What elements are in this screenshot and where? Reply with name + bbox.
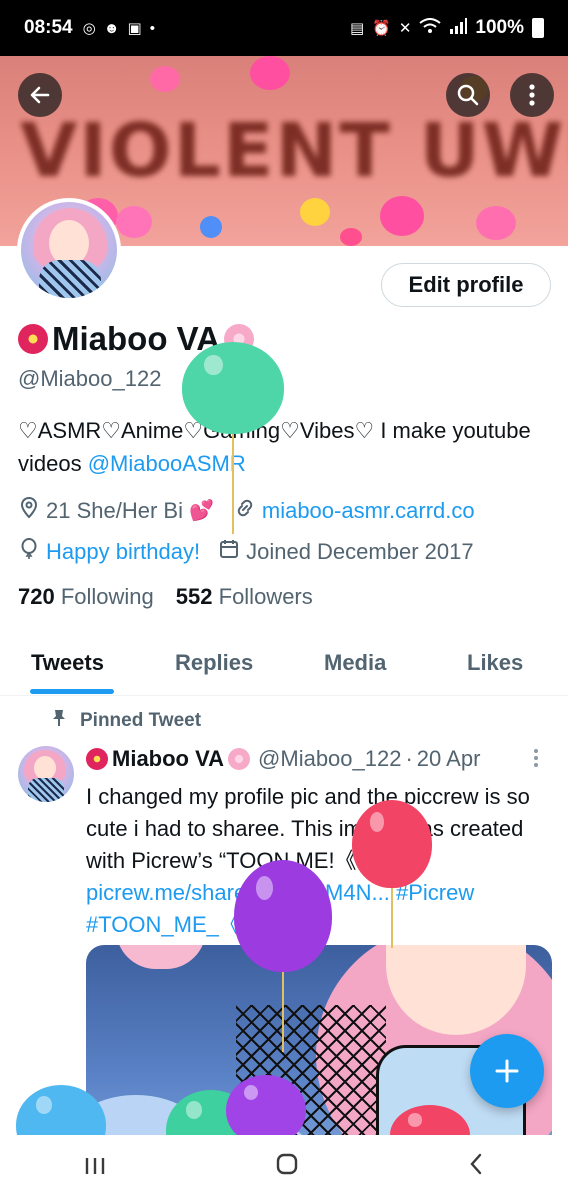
- heart-decoration: [200, 216, 222, 238]
- profile-bio: ♡ASMR♡Anime♡Gaming♡Vibes♡ I make youtube…: [18, 414, 548, 480]
- birthday-link[interactable]: Happy birthday!: [46, 539, 200, 565]
- profile-location: 21 She/Her Bi: [46, 497, 183, 523]
- two-hearts-emoji-icon: 💕: [188, 500, 214, 522]
- profile-meta-row-2: Happy birthday! Joined December 2017: [18, 538, 474, 565]
- tweet-separator: ·: [405, 746, 413, 771]
- balloon-icon: [18, 538, 40, 565]
- back-button[interactable]: [18, 73, 62, 117]
- heart-decoration: [340, 228, 362, 246]
- tab-tweets[interactable]: Tweets: [31, 650, 104, 676]
- followers-count: 552: [175, 584, 213, 609]
- battery-percent: 100%: [475, 17, 524, 38]
- followers-label: Followers: [218, 584, 313, 609]
- more-vertical-icon: [529, 84, 535, 106]
- tab-likes[interactable]: Likes: [467, 650, 523, 676]
- edit-profile-button[interactable]: Edit profile: [381, 263, 551, 307]
- following-count-link[interactable]: 720 Following: [18, 584, 154, 610]
- heart-decoration: [116, 206, 152, 238]
- back-nav-button[interactable]: [468, 1152, 484, 1183]
- search-button[interactable]: [446, 73, 490, 117]
- alarm-icon: ⏰: [372, 20, 391, 37]
- status-time: 08:54: [24, 17, 73, 38]
- balloon-string: [282, 972, 284, 1052]
- cherry-blossom-emoji-icon: [228, 748, 251, 770]
- wifi-icon: [419, 18, 442, 38]
- profile-handle: @Miaboo_122: [18, 366, 162, 391]
- heart-decoration: [476, 206, 516, 240]
- heart-decoration: [250, 56, 290, 90]
- tweet-author-handle[interactable]: @Miaboo_122: [258, 746, 401, 772]
- more-options-button[interactable]: [510, 73, 554, 117]
- plus-icon: [495, 1059, 519, 1083]
- purple-balloon: [234, 860, 332, 972]
- search-icon: [457, 84, 479, 106]
- more-vertical-icon: [534, 749, 538, 767]
- balloon-string: [232, 420, 234, 534]
- followers-count-link[interactable]: 552 Followers: [176, 584, 313, 610]
- green-balloon: [182, 342, 284, 434]
- smiley-icon: ☻: [103, 19, 120, 37]
- pin-icon: [52, 709, 66, 732]
- bio-mention-link[interactable]: @MiabooASMR: [88, 451, 246, 476]
- banner-text: VIOLENT UWU: [20, 108, 568, 194]
- location-pin-icon: [18, 496, 40, 524]
- hibiscus-emoji-icon: [86, 748, 108, 770]
- mute-icon: ✕: [398, 20, 412, 37]
- profile-joined: Joined December 2017: [246, 538, 474, 564]
- system-nav-bar: [0, 1135, 568, 1200]
- profile-tabs: Tweets Replies Media Likes: [0, 636, 568, 696]
- status-bar: 08:54 ◎ ☻ ▣ • ▤ ⏰ ✕ 100%: [0, 0, 568, 56]
- whatsapp-icon: ◎: [82, 20, 96, 37]
- heart-decoration: [300, 198, 330, 226]
- profile-website-link[interactable]: miaboo-asmr.carrd.co: [262, 498, 475, 524]
- back-chevron-icon: [470, 1153, 481, 1175]
- dot-icon: •: [149, 19, 155, 37]
- tweet-date[interactable]: 20 Apr: [417, 746, 481, 772]
- tab-replies[interactable]: Replies: [175, 650, 253, 676]
- tweet-author-avatar[interactable]: [18, 746, 74, 802]
- heart-decoration: [380, 196, 424, 236]
- following-count: 720: [18, 584, 55, 609]
- home-button[interactable]: [275, 1152, 299, 1183]
- pinned-tweet-label: Pinned Tweet: [80, 709, 202, 731]
- calendar-icon: [218, 539, 240, 564]
- tweet-author-name[interactable]: Miaboo VA: [112, 746, 224, 772]
- signal-icon: [449, 18, 468, 38]
- compose-tweet-button[interactable]: [470, 1034, 544, 1108]
- home-icon: [276, 1153, 298, 1175]
- profile-name: Miaboo VA: [52, 320, 221, 357]
- profile-meta-row-1: 21 She/Her Bi 💕 miaboo-asmr.carrd.co: [18, 496, 475, 524]
- card-icon: ▣: [127, 20, 142, 37]
- hibiscus-emoji-icon: [18, 324, 48, 354]
- back-arrow-icon: [30, 86, 50, 104]
- tweet-text: I changed my profile pic and the piccrew…: [86, 784, 530, 873]
- battery-saver-icon: ▤: [349, 20, 365, 37]
- following-label: Following: [60, 584, 154, 609]
- tweet-more-button[interactable]: [532, 748, 540, 768]
- heart-decoration: [150, 66, 180, 92]
- profile-avatar[interactable]: [17, 198, 121, 302]
- tab-media[interactable]: Media: [324, 650, 386, 676]
- tweet-header: Miaboo VA @Miaboo_122 · 20 Apr: [86, 746, 480, 772]
- recent-apps-icon: [86, 1158, 105, 1174]
- red-balloon: [352, 800, 432, 888]
- battery-icon: [532, 18, 544, 38]
- active-tab-indicator: [30, 689, 114, 694]
- follow-counts: 720 Following 552 Followers: [18, 584, 313, 610]
- link-icon: [234, 497, 256, 524]
- recent-apps-button[interactable]: [84, 1152, 106, 1183]
- pinned-label-row: Pinned Tweet: [52, 709, 201, 732]
- balloon-string: [391, 888, 393, 948]
